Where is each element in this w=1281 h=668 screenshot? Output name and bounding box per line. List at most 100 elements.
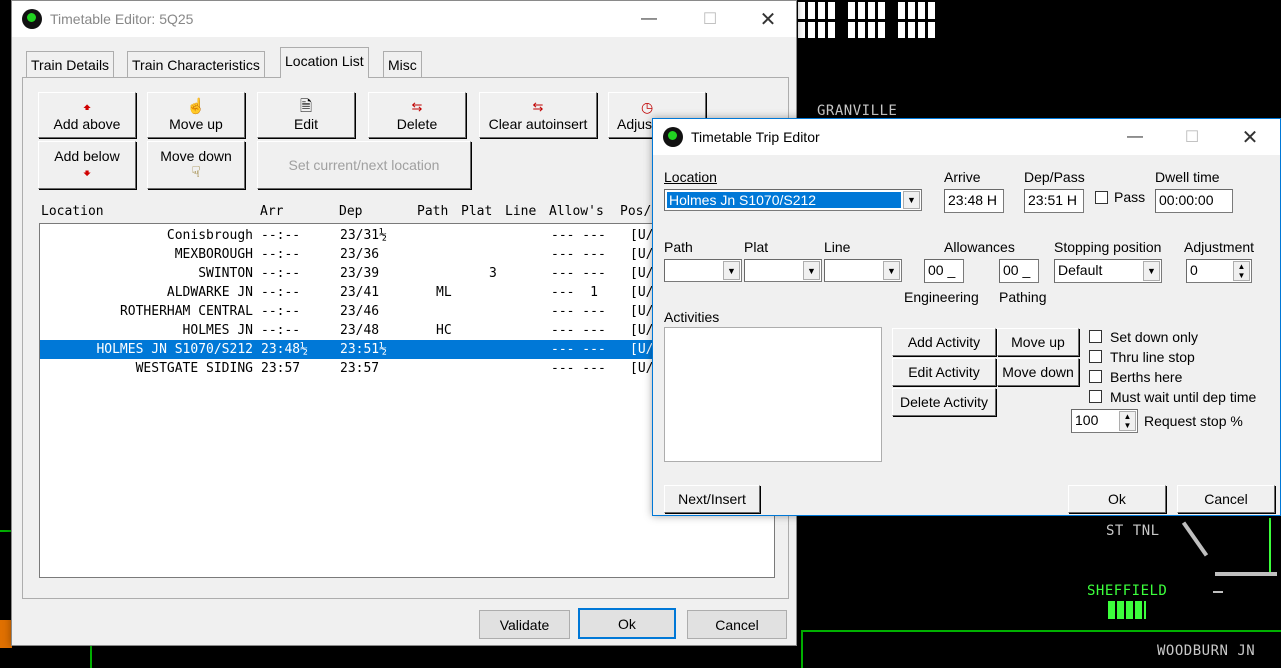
edit-document-icon: 🗎 (299, 98, 313, 115)
cell-allow: --- --- (551, 266, 606, 281)
app-icon (22, 9, 42, 29)
berths-here-checkbox[interactable] (1089, 370, 1102, 383)
header-plat: Plat (461, 204, 493, 219)
arrive-field[interactable]: 23:48 H (944, 189, 1004, 213)
cell-dep: 23:51½ (340, 342, 387, 357)
thru-line-stop-checkbox[interactable] (1089, 350, 1102, 363)
maximize-icon[interactable]: ☐ (687, 1, 733, 37)
add-below-button[interactable]: Add below 🠻 (38, 141, 136, 189)
spinner-arrows-icon[interactable]: ▲ ▼ (1119, 411, 1136, 431)
trip-editor-title: Timetable Trip Editor (691, 129, 820, 145)
stopping-position-label: Stopping position (1054, 239, 1162, 255)
activities-list[interactable] (664, 327, 882, 462)
line-label: Line (824, 239, 851, 255)
chevron-down-icon: ▼ (883, 261, 900, 280)
clock-icon: ◷ (641, 99, 654, 115)
next-insert-button[interactable]: Next/Insert (664, 485, 760, 513)
spinner-arrows-icon[interactable]: ▲ ▼ (1233, 261, 1250, 281)
adjustment-value: 0 (1190, 262, 1198, 278)
titlebar: Timetable Editor: 5Q25 — ☐ ✕ (12, 1, 796, 37)
trip-cancel-button[interactable]: Cancel (1177, 485, 1275, 513)
dwell-time-field[interactable]: 00:00:00 (1155, 189, 1233, 213)
location-select[interactable]: Holmes Jn S1070/S212 ▼ (664, 189, 922, 211)
track-line (1213, 591, 1223, 593)
cell-pos: [U/ (630, 342, 654, 357)
chevron-down-icon: ▼ (1143, 261, 1160, 281)
line-select[interactable]: ▼ (824, 259, 902, 282)
set-current-location-button[interactable]: Set current/next location (257, 141, 471, 189)
pathing-allowance-field[interactable]: 00 _ (999, 259, 1039, 283)
berths-here-label: Berths here (1110, 369, 1183, 385)
engineering-allowance-field[interactable]: 00 _ (924, 259, 964, 283)
move-down-button[interactable]: Move down ☟ (147, 141, 245, 189)
cell-allow: --- --- (551, 323, 606, 338)
arrow-down-icon: 🠻 (82, 165, 92, 181)
cell-dep: 23/46 (340, 304, 380, 319)
station-label-granville: GRANVILLE (817, 103, 898, 119)
cell-pos: [U/ (630, 323, 654, 338)
must-wait-checkbox[interactable] (1089, 390, 1102, 403)
cell-location: MEXBOROUGH (174, 247, 253, 262)
move-up-button[interactable]: ☝ Move up (147, 92, 245, 138)
pass-label: Pass (1114, 189, 1146, 205)
edit-activity-button[interactable]: Edit Activity (892, 358, 996, 386)
delete-activity-button[interactable]: Delete Activity (892, 388, 996, 416)
cell-pos: [U/ (630, 361, 654, 376)
activities-label: Activities (664, 309, 720, 325)
validate-button[interactable]: Validate (479, 610, 570, 639)
cell-arr: --:-- (261, 228, 301, 243)
header-line: Line (505, 204, 537, 219)
cell-arr: --:-- (261, 304, 301, 319)
trip-editor-titlebar: Timetable Trip Editor — ☐ ✕ (653, 119, 1280, 155)
tab-train-details[interactable]: Train Details (26, 51, 115, 77)
minimize-icon[interactable]: — (626, 1, 672, 37)
thru-line-stop-label: Thru line stop (1110, 349, 1195, 365)
adjustment-label: Adjustment (1184, 239, 1255, 255)
arrive-label: Arrive (944, 169, 981, 185)
tab-train-characteristics[interactable]: Train Characteristics (127, 51, 265, 77)
cell-plat: 3 (489, 266, 497, 281)
edit-button[interactable]: 🗎 Edit (257, 92, 355, 138)
cell-location: HOLMES JN S1070/S212 (96, 342, 253, 357)
set-down-only-checkbox[interactable] (1089, 330, 1102, 343)
cell-location: WESTGATE SIDING (135, 361, 253, 376)
plat-select[interactable]: ▼ (744, 259, 822, 282)
cell-dep: 23/41 (340, 285, 380, 300)
header-location: Location (41, 204, 104, 219)
cell-dep: 23/39 (340, 266, 380, 281)
request-stop-spinner[interactable]: 100 ▲ ▼ (1071, 409, 1138, 433)
add-above-button[interactable]: 🠹 Add above (38, 92, 136, 138)
clear-autoinsert-button[interactable]: ⇆ Clear autoinsert (479, 92, 597, 138)
cancel-button[interactable]: Cancel (687, 610, 787, 639)
cell-arr: 23:57 (261, 361, 301, 376)
ok-button[interactable]: Ok (578, 608, 676, 639)
pass-checkbox[interactable] (1095, 191, 1108, 204)
dep-pass-label: Dep/Pass (1024, 169, 1085, 185)
hand-down-icon: ☟ (191, 164, 201, 181)
stopping-position-select[interactable]: Default ▼ (1054, 259, 1162, 283)
path-select[interactable]: ▼ (664, 259, 742, 282)
trip-ok-button[interactable]: Ok (1068, 485, 1166, 513)
move-up-activity-button[interactable]: Move up (997, 328, 1079, 356)
minimize-icon[interactable]: — (1112, 119, 1158, 155)
track-line (1181, 521, 1209, 557)
tab-misc[interactable]: Misc (383, 51, 422, 77)
close-icon[interactable]: ✕ (745, 1, 791, 37)
maximize-icon[interactable]: ☐ (1169, 119, 1215, 155)
tab-location-list[interactable]: Location List (280, 47, 369, 78)
platform-block-sheffield (1108, 601, 1146, 619)
cell-dep: 23/36 (340, 247, 380, 262)
close-icon[interactable]: ✕ (1227, 119, 1273, 155)
delete-button[interactable]: ⇆ Delete (368, 92, 466, 138)
cell-arr: 23:48½ (261, 342, 308, 357)
move-down-activity-button[interactable]: Move down (997, 358, 1079, 386)
engineering-label: Engineering (904, 289, 979, 305)
cell-dep: 23:57 (340, 361, 380, 376)
hand-up-icon: ☝ (186, 98, 206, 115)
add-activity-button[interactable]: Add Activity (892, 328, 996, 356)
location-value: Holmes Jn S1070/S212 (667, 192, 901, 208)
must-wait-label: Must wait until dep time (1110, 389, 1257, 405)
dep-pass-field[interactable]: 23:51 H (1024, 189, 1084, 213)
adjustment-spinner[interactable]: 0 ▲ ▼ (1186, 259, 1252, 283)
trip-editor-dialog: Timetable Trip Editor — ☐ ✕ Location Hol… (652, 118, 1281, 516)
